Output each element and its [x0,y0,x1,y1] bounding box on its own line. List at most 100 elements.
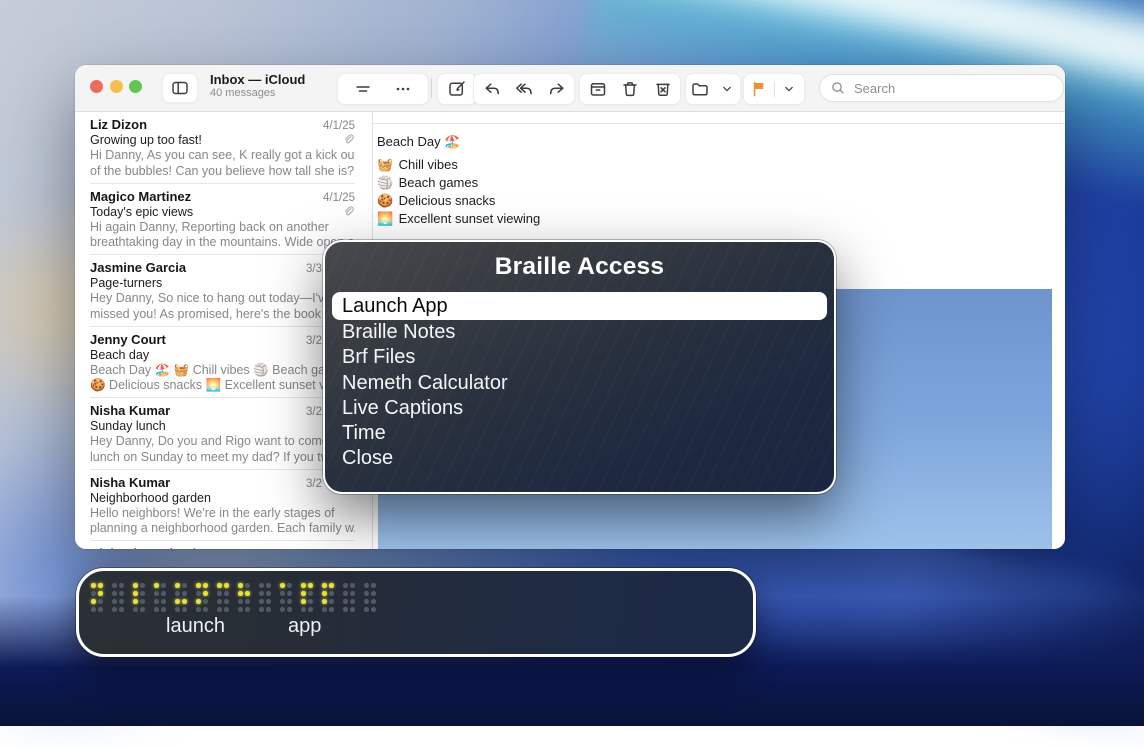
braille-menu-item-brf-files[interactable]: Brf Files [325,345,834,370]
message-row-header: Nisha Kumar3/2 [90,475,355,490]
braille-dot [98,599,103,604]
braille-dot [329,607,334,612]
archive-button[interactable] [583,75,613,103]
braille-cell [217,583,229,612]
braille-dot [91,599,96,604]
braille-dot [140,591,145,596]
body-item-emoji-icon: 🧺 [377,156,395,174]
braille-dot [259,591,264,596]
body-item-text: Delicious snacks [395,193,495,208]
braille-dot [280,591,285,596]
sender-name: Magico Martinez [90,189,191,204]
braille-menu-item-nemeth-calculator[interactable]: Nemeth Calculator [325,371,834,396]
braille-dot [196,583,201,588]
junk-button[interactable] [648,75,678,103]
braille-dot [308,607,313,612]
braille-menu-item-braille-notes[interactable]: Braille Notes [325,320,834,345]
zoom-window-button[interactable] [129,80,142,93]
braille-cell [238,583,250,612]
braille-dot [203,583,208,588]
message-preview-line: breathtaking day in the mountains. Wide … [90,235,355,251]
braille-dot [280,607,285,612]
flag-button[interactable] [744,75,774,103]
message-body-item: 🧺 Chill vibes [377,156,1055,174]
braille-dot [133,607,138,612]
braille-menu-item-time[interactable]: Time [325,421,834,446]
forward-icon [547,79,567,99]
braille-dot [133,599,138,604]
braille-menu-item-close[interactable]: Close [325,446,834,471]
braille-dot [280,599,285,604]
braille-dot [217,607,222,612]
message-preview-line: Hi again Danny, Reporting back on anothe… [90,220,355,236]
message-subject: Growing up too fast! [90,133,355,147]
trash-button[interactable] [615,75,645,103]
braille-menu-item-launch-app[interactable]: Launch App [332,292,827,320]
filter-button[interactable] [348,75,378,103]
braille-menu-item-live-captions[interactable]: Live Captions [325,396,834,421]
braille-dot [350,583,355,588]
braille-cell [91,583,103,612]
braille-dot [203,607,208,612]
compose-button[interactable] [442,75,472,103]
sender-name: Alejandra Delgado [90,546,204,549]
body-item-emoji-icon: 🍪 [377,192,395,210]
body-item-emoji-icon: 🏐 [377,174,395,192]
compose-icon [447,79,467,99]
braille-access-title: Braille Access [325,253,834,281]
braille-dot [182,599,187,604]
reply-icon [482,79,502,99]
search-field[interactable] [819,74,1064,102]
chevron-down-button[interactable] [775,75,805,103]
sidebar-toggle-button[interactable] [162,73,198,103]
braille-cell [322,583,334,612]
braille-display-bar: launch app [76,568,756,657]
braille-dot [329,583,334,588]
braille-dot [133,583,138,588]
braille-dot [224,591,229,596]
close-window-button[interactable] [90,80,103,93]
braille-dot [203,591,208,596]
message-list-row[interactable]: Liz Dizon4/1/25Growing up too fast!Hi Da… [75,112,372,184]
braille-dot [182,583,187,588]
message-subject: Beach day [90,348,355,362]
folder-button[interactable] [686,75,713,103]
chevron-down-icon [781,81,797,97]
braille-dot [364,599,369,604]
reply-all-button[interactable] [509,75,539,103]
message-date: 3/2 [306,335,322,347]
braille-dot [322,583,327,588]
message-list-row[interactable]: Alejandra Delgado3/25/25 [75,541,372,549]
chevron-down-button[interactable] [713,75,740,103]
braille-dot [280,583,285,588]
body-item-text: Chill vibes [395,157,458,172]
braille-dot [161,591,166,596]
more-icon [393,79,413,99]
braille-cell [196,583,208,612]
braille-dot [175,599,180,604]
braille-dot [245,591,250,596]
body-item-emoji-icon: 🌅 [377,210,395,228]
message-header-divider [373,123,1065,124]
braille-cell [112,583,124,612]
braille-dot [371,607,376,612]
message-date: 4/1/25 [323,192,355,204]
braille-dot [112,591,117,596]
braille-dot [308,599,313,604]
reply-button[interactable] [477,75,507,103]
braille-caption-word: launch [166,615,225,638]
sidebar-icon [170,78,190,98]
braille-dot [140,599,145,604]
braille-dot [308,591,313,596]
braille-dot [161,599,166,604]
minimize-window-button[interactable] [110,80,123,93]
braille-cell [259,583,271,612]
braille-caption-word: app [288,615,321,638]
forward-button[interactable] [542,75,572,103]
chevron-down-icon [719,81,735,97]
more-button[interactable] [388,75,418,103]
toolbar-group [437,73,477,105]
search-input[interactable] [852,80,1053,97]
braille-dot [287,599,292,604]
message-preview: Hey Danny, So nice to hang out today—I'v… [90,291,355,323]
